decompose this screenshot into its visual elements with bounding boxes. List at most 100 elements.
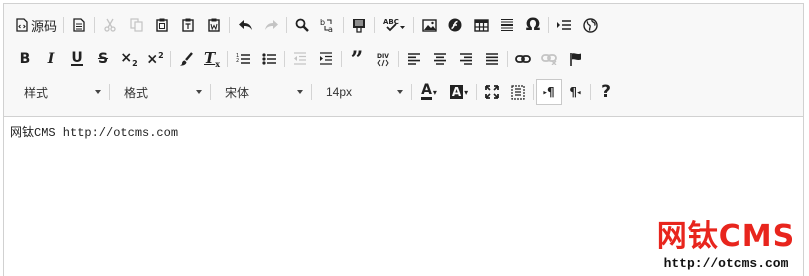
separator bbox=[374, 17, 376, 33]
ltr-direction-button[interactable]: ▸¶ bbox=[536, 79, 562, 105]
insert-div-button[interactable]: DIV bbox=[370, 46, 396, 72]
separator bbox=[533, 84, 534, 100]
link-button[interactable] bbox=[510, 46, 536, 72]
paste-button[interactable] bbox=[149, 12, 175, 38]
rich-text-editor: 源码 b a ABC Ω B I U S ×2 ×2 Tx 1 2 ” DIV … bbox=[3, 3, 804, 276]
underline-button[interactable]: U bbox=[64, 46, 90, 72]
chevron-down-icon bbox=[95, 90, 101, 94]
source-icon bbox=[16, 18, 28, 32]
new-document-icon bbox=[73, 18, 85, 32]
flash-button[interactable] bbox=[442, 12, 468, 38]
superscript-button[interactable]: ×2 bbox=[142, 46, 168, 72]
page-break-icon bbox=[557, 20, 572, 30]
format-select[interactable]: 格式 bbox=[112, 79, 208, 105]
background-color-button[interactable]: A ▾ bbox=[444, 79, 474, 105]
table-icon bbox=[473, 18, 489, 32]
chevron-down-icon bbox=[397, 90, 403, 94]
flag-icon bbox=[569, 53, 581, 66]
indent-button[interactable] bbox=[313, 46, 339, 72]
separator bbox=[170, 51, 171, 67]
styles-select[interactable]: 样式 bbox=[12, 79, 107, 105]
ordered-list-icon: 12 bbox=[236, 53, 250, 64]
align-justify-button[interactable] bbox=[479, 46, 505, 72]
link-globe-button[interactable] bbox=[577, 12, 603, 38]
help-icon: ? bbox=[601, 82, 611, 102]
paste-text-button[interactable] bbox=[175, 12, 201, 38]
bold-button[interactable]: B bbox=[12, 46, 38, 72]
italic-button[interactable]: I bbox=[38, 46, 64, 72]
new-document-button[interactable] bbox=[66, 12, 92, 38]
find-button[interactable] bbox=[289, 12, 315, 38]
horizontal-rule-icon bbox=[501, 19, 514, 31]
cut-button[interactable] bbox=[97, 12, 123, 38]
subscript-button[interactable]: ×2 bbox=[116, 46, 142, 72]
unlink-icon bbox=[541, 54, 557, 65]
image-button[interactable] bbox=[416, 12, 442, 38]
toolbar-row-2: B I U S ×2 ×2 Tx 12 ” DIV bbox=[12, 46, 588, 72]
replace-button[interactable]: ba bbox=[315, 12, 341, 38]
redo-button[interactable] bbox=[258, 12, 284, 38]
separator bbox=[284, 51, 285, 67]
strikethrough-button[interactable]: S bbox=[90, 46, 116, 72]
remove-format-button[interactable]: Tx bbox=[199, 46, 225, 72]
format-painter-button[interactable] bbox=[173, 46, 199, 72]
paste-word-button[interactable] bbox=[201, 12, 227, 38]
scissors-icon bbox=[104, 18, 116, 32]
table-button[interactable] bbox=[468, 12, 494, 38]
ordered-list-button[interactable]: 12 bbox=[230, 46, 256, 72]
page-break-button[interactable] bbox=[551, 12, 577, 38]
maximize-button[interactable] bbox=[479, 79, 505, 105]
superscript-icon: ×2 bbox=[146, 50, 164, 68]
special-char-button[interactable]: Ω bbox=[520, 12, 546, 38]
undo-button[interactable] bbox=[232, 12, 258, 38]
maximize-icon bbox=[485, 85, 499, 99]
replace-icon: ba bbox=[320, 18, 333, 33]
template-button[interactable] bbox=[346, 12, 372, 38]
source-label: 源码 bbox=[31, 18, 58, 34]
svg-text:2: 2 bbox=[236, 58, 239, 64]
svg-text:ABC: ABC bbox=[383, 18, 399, 26]
outdent-button[interactable] bbox=[287, 46, 313, 72]
help-button[interactable]: ? bbox=[593, 79, 619, 105]
content-text: 网钛CMS http://otcms.com bbox=[10, 126, 179, 140]
horizontal-rule-button[interactable] bbox=[494, 12, 520, 38]
font-size-select[interactable]: 14px bbox=[314, 79, 409, 105]
paste-text-icon bbox=[182, 18, 194, 32]
align-right-button[interactable] bbox=[453, 46, 479, 72]
spellcheck-button[interactable]: ABC bbox=[377, 12, 411, 38]
omega-icon: Ω bbox=[525, 15, 541, 35]
chevron-down-icon bbox=[196, 90, 202, 94]
bold-icon: B bbox=[19, 51, 31, 67]
align-center-button[interactable] bbox=[427, 46, 453, 72]
anchor-button[interactable] bbox=[562, 46, 588, 72]
separator bbox=[507, 51, 508, 67]
show-blocks-button[interactable] bbox=[505, 79, 531, 105]
styles-select-value: 样式 bbox=[24, 85, 49, 100]
undo-icon bbox=[238, 20, 252, 30]
unlink-button[interactable] bbox=[536, 46, 562, 72]
chevron-down-icon bbox=[297, 90, 303, 94]
rtl-direction-button[interactable]: ¶◂ bbox=[562, 79, 588, 105]
source-button[interactable]: 源码 bbox=[12, 12, 61, 38]
editor-toolbar: 源码 b a ABC Ω B I U S ×2 ×2 Tx 1 2 ” DIV … bbox=[4, 4, 803, 117]
separator bbox=[476, 84, 477, 100]
underline-icon: U bbox=[71, 50, 83, 66]
unordered-list-button[interactable] bbox=[256, 46, 282, 72]
text-color-button[interactable]: A ▾ bbox=[414, 79, 444, 105]
svg-text:a: a bbox=[328, 25, 333, 33]
clear-format-icon: Tx bbox=[204, 49, 220, 69]
font-family-select[interactable]: 宋体 bbox=[213, 79, 309, 105]
separator bbox=[413, 17, 415, 33]
align-right-icon bbox=[460, 53, 472, 65]
align-left-button[interactable] bbox=[401, 46, 427, 72]
separator bbox=[343, 17, 345, 33]
copy-icon bbox=[129, 18, 143, 32]
copy-button[interactable] bbox=[123, 12, 149, 38]
div-icon: DIV bbox=[377, 53, 389, 66]
align-justify-icon bbox=[486, 53, 498, 65]
separator bbox=[94, 17, 96, 33]
editor-content-area[interactable]: 网钛CMS http://otcms.com bbox=[4, 117, 803, 276]
quote-icon: ” bbox=[350, 47, 364, 73]
separator bbox=[109, 84, 110, 100]
blockquote-button[interactable]: ” bbox=[344, 46, 370, 72]
